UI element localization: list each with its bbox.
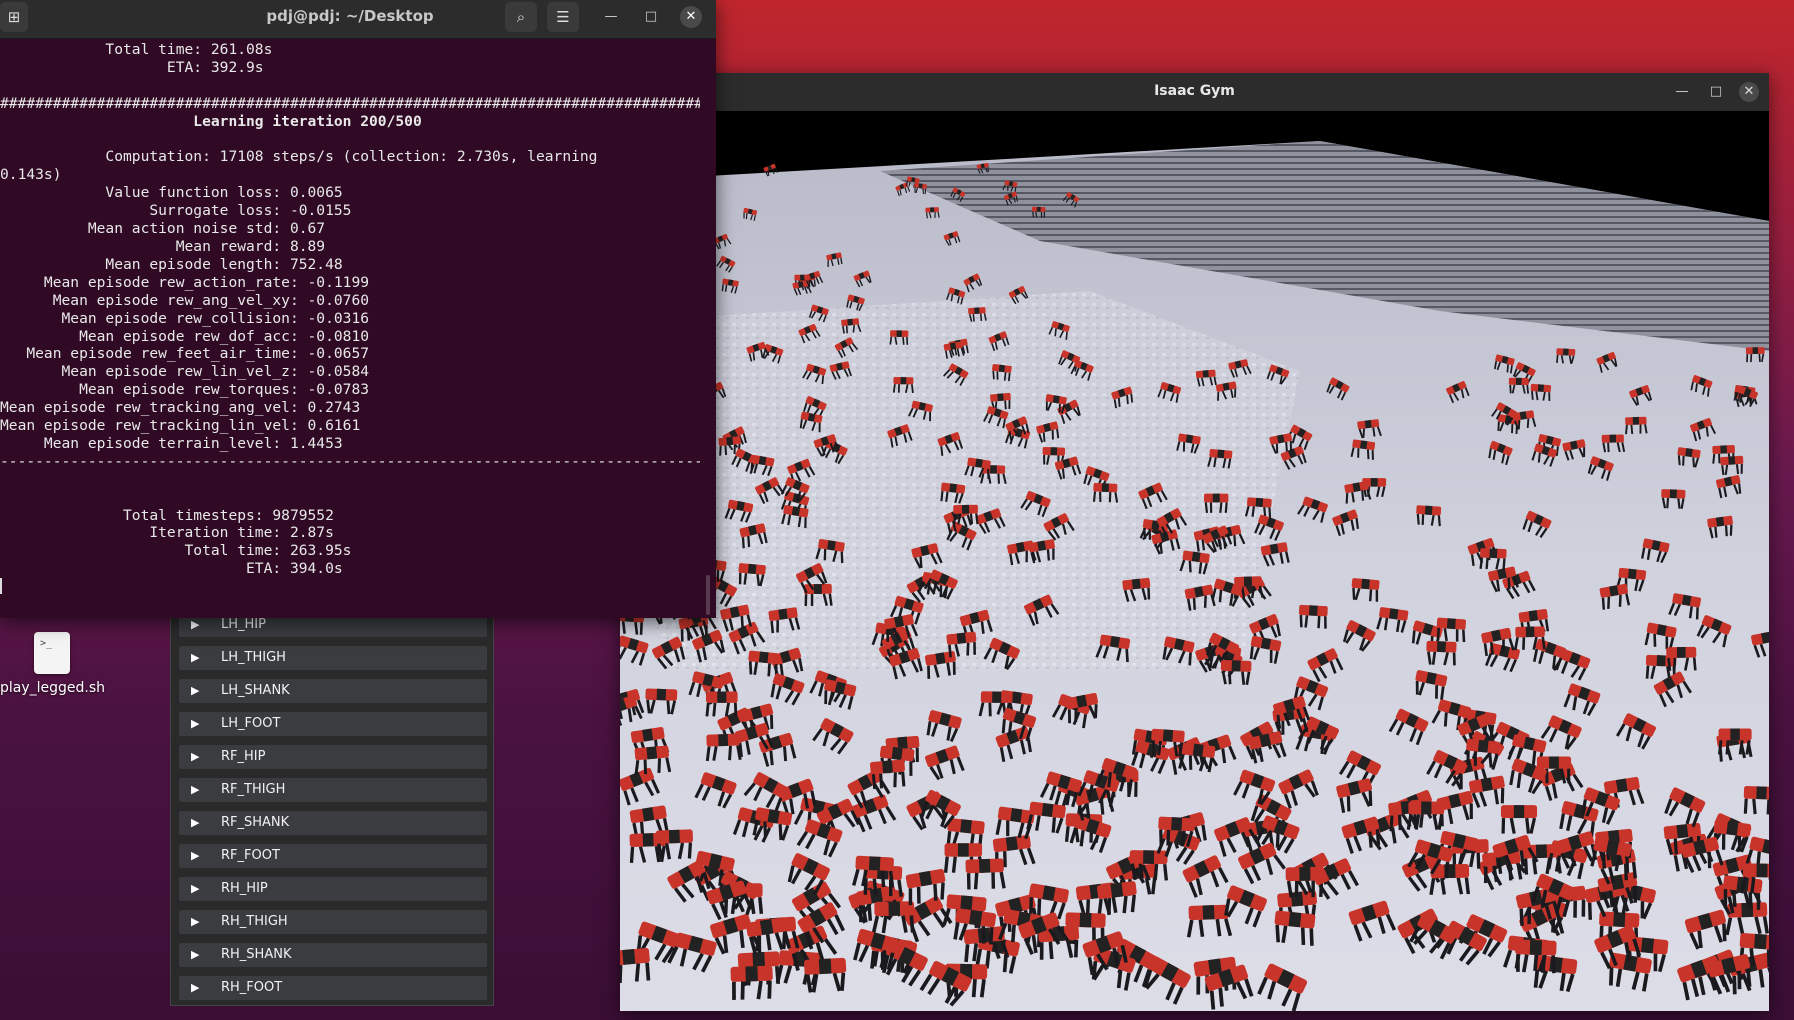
joint-row-lh-foot[interactable]: ▶ LH_FOOT [179, 712, 487, 736]
terminal-window: ⊞ pdj@pdj: ~/Desktop ⌕ ☰ — □ ✕ Total tim… [0, 0, 716, 618]
joint-row-lh-thigh[interactable]: ▶ LH_THIGH [179, 646, 487, 670]
joint-name: LH_SHANK [221, 683, 290, 698]
expand-triangle-icon[interactable]: ▶ [191, 646, 199, 670]
terminal-line: 0.143s) [0, 166, 62, 184]
joint-row-rh-shank[interactable]: ▶ RH_SHANK [179, 943, 487, 967]
expand-triangle-icon[interactable]: ▶ [191, 679, 199, 703]
terminal-cursor [0, 578, 2, 595]
joint-row-rh-hip[interactable]: ▶ RH_HIP [179, 877, 487, 901]
desktop-icon-label: play_legged.sh [0, 680, 106, 696]
hamburger-menu-icon[interactable]: ☰ [547, 2, 579, 32]
joint-list-panel: ▶ LH_HIP ▶ LH_THIGH ▶ LH_SHANK ▶ LH_FOOT ▶ RF_HIP… [170, 604, 494, 1006]
isaac-gym-window: Isaac Gym — □ ✕ [620, 73, 1769, 1011]
expand-triangle-icon[interactable]: ▶ [191, 844, 199, 868]
joint-row-rh-thigh[interactable]: ▶ RH_THIGH [179, 910, 487, 934]
terminal-line: Mean reward: 8.89 [0, 237, 326, 255]
joint-name: RH_FOOT [221, 980, 283, 995]
joint-row-rf-hip[interactable]: ▶ RF_HIP [179, 745, 487, 769]
minimize-icon[interactable]: — [600, 6, 622, 28]
iteration-heading: Learning iteration 200/500 [0, 112, 422, 130]
joint-name: RF_FOOT [221, 848, 280, 863]
joint-name: LH_FOOT [221, 716, 281, 731]
terminal-line: Mean episode rew_ang_vel_xy: -0.0760 [0, 291, 370, 309]
terminal-line: Total time: 261.08s [0, 41, 273, 58]
terminal-line: Computation: 17108 steps/s (collection: … [0, 148, 598, 166]
joint-row-rf-foot[interactable]: ▶ RF_FOOT [179, 844, 487, 868]
terminal-line [0, 578, 700, 597]
gym-window-title: Isaac Gym [1154, 83, 1235, 99]
terminal-script-icon: >_ [34, 632, 70, 674]
joint-name: RF_THIGH [221, 782, 286, 797]
terminal-line: Mean action noise std: 0.67 [0, 220, 326, 238]
simulation-viewport[interactable] [620, 111, 1769, 1011]
joint-row-rf-thigh[interactable]: ▶ RF_THIGH [179, 778, 487, 802]
terminal-line: Mean episode rew_torques: -0.0783 [0, 381, 370, 399]
expand-triangle-icon[interactable]: ▶ [191, 712, 199, 736]
desktop-icon-play-legged[interactable]: >_ play_legged.sh [0, 632, 106, 696]
joint-row-lh-shank[interactable]: ▶ LH_SHANK [179, 679, 487, 703]
terminal-line: Total time: 263.95s [0, 542, 352, 560]
gym-titlebar[interactable]: Isaac Gym — □ ✕ [620, 73, 1769, 111]
expand-triangle-icon[interactable]: ▶ [191, 877, 199, 901]
terminal-titlebar[interactable]: ⊞ pdj@pdj: ~/Desktop ⌕ ☰ — □ ✕ [0, 0, 716, 39]
maximize-icon[interactable]: □ [640, 6, 662, 28]
joint-name: LH_THIGH [221, 650, 286, 665]
minimize-icon[interactable]: — [1672, 82, 1692, 102]
search-icon[interactable]: ⌕ [505, 2, 537, 32]
terminal-scrollbar[interactable] [706, 575, 710, 615]
terminal-line: Mean episode rew_tracking_ang_vel: 0.274… [0, 399, 361, 417]
expand-triangle-icon[interactable]: ▶ [191, 811, 199, 835]
terminal-line: Mean episode rew_tracking_lin_vel: 0.616… [0, 417, 361, 435]
terminal-line: ETA: 394.0s [0, 560, 343, 578]
expand-triangle-icon[interactable]: ▶ [191, 910, 199, 934]
joint-name: RF_HIP [221, 749, 266, 764]
joint-row-rh-foot[interactable]: ▶ RH_FOOT [179, 976, 487, 1000]
terminal-line: Surrogate loss: -0.0155 [0, 202, 352, 220]
expand-triangle-icon[interactable]: ▶ [191, 976, 199, 1000]
terminal-output[interactable]: Total time: 261.08s ETA: 392.9s ########… [0, 41, 700, 616]
terminal-line: Mean episode rew_lin_vel_z: -0.0584 [0, 363, 370, 381]
terminal-line: ----------------------------------------… [0, 452, 700, 470]
joint-name: RH_THIGH [221, 914, 288, 929]
terminal-line: Mean episode rew_collision: -0.0316 [0, 309, 370, 327]
joint-row-rf-shank[interactable]: ▶ RF_SHANK [179, 811, 487, 835]
terminal-line: Mean episode length: 752.48 [0, 255, 343, 273]
terminal-line: Total timesteps: 9879552 [0, 506, 334, 524]
terminal-title: pdj@pdj: ~/Desktop [266, 7, 434, 25]
close-icon[interactable]: ✕ [1739, 82, 1759, 102]
close-icon[interactable]: ✕ [680, 6, 702, 28]
expand-triangle-icon[interactable]: ▶ [191, 778, 199, 802]
maximize-icon[interactable]: □ [1706, 82, 1726, 102]
terminal-line: Mean episode rew_action_rate: -0.1199 [0, 273, 370, 291]
terminal-line: ETA: 392.9s [0, 58, 264, 76]
joint-name: RH_SHANK [221, 947, 292, 962]
terminal-line: Value function loss: 0.0065 [0, 184, 343, 202]
terminal-line: ########################################… [0, 94, 700, 112]
expand-triangle-icon[interactable]: ▶ [191, 943, 199, 967]
terminal-line: Mean episode terrain_level: 1.4453 [0, 434, 343, 452]
terminal-line: Mean episode rew_feet_air_time: -0.0657 [0, 345, 370, 363]
terminal-line: Mean episode rew_dof_acc: -0.0810 [0, 327, 370, 345]
expand-triangle-icon[interactable]: ▶ [191, 745, 199, 769]
joint-name: RH_HIP [221, 881, 268, 896]
joint-name: RF_SHANK [221, 815, 290, 830]
terminal-line: Iteration time: 2.87s [0, 524, 334, 542]
